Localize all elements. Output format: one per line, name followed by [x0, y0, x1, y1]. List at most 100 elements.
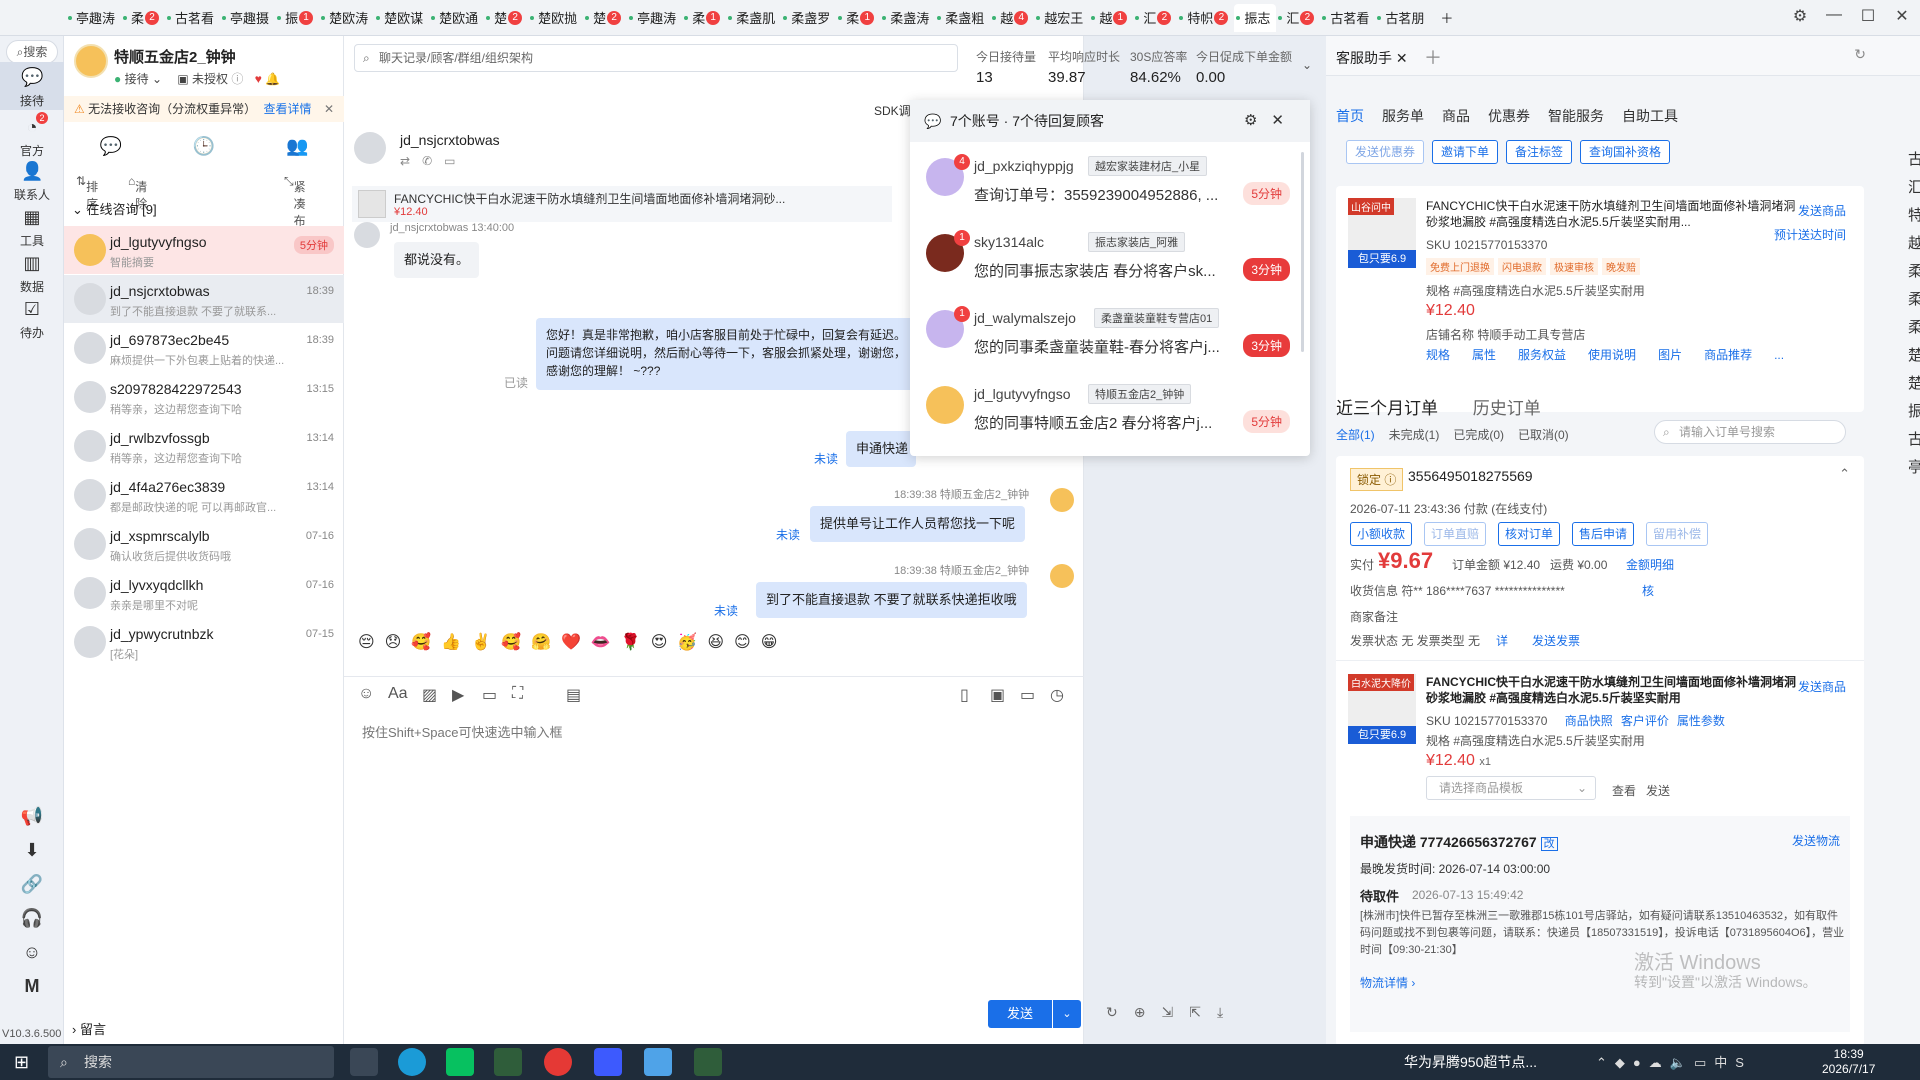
order-action-button[interactable]: 小额收款 [1350, 522, 1413, 546]
bot-icon[interactable]: ☺ [0, 942, 64, 963]
send-invoice-link[interactable]: 发送发票 [1532, 632, 1580, 649]
top-tab[interactable]: 越宏王 [1034, 4, 1089, 32]
refresh-icon[interactable]: ↻ [1106, 1004, 1134, 1020]
chat-bubble-icon[interactable]: 💬 [99, 136, 121, 157]
rail-item-reception[interactable]: 💬 接待 [0, 62, 64, 110]
order-filter[interactable]: 已完成(0) [1453, 428, 1504, 442]
order-action-button[interactable]: 订单直赔 [1424, 522, 1487, 546]
product-image[interactable]: 白水泥大降价 包只要6.9 [1348, 674, 1416, 744]
rail-item-todo[interactable]: ☑ 待办 [0, 298, 64, 341]
order-action-button[interactable]: 留用补偿 [1646, 522, 1709, 546]
tab-history-orders[interactable]: 历史订单 [1473, 399, 1541, 418]
top-tab[interactable]: 特帜 2 [1177, 4, 1234, 32]
group-icon[interactable]: 👥 [286, 136, 308, 157]
volume-icon[interactable]: 🔈 [1670, 1055, 1694, 1070]
minimize-icon[interactable]: — [1824, 6, 1844, 26]
conversation-item[interactable]: s2097828422972543 稍等亲，这边帮您查询下哈 13:15 [64, 373, 344, 421]
template-select[interactable]: 请选择商品模板 ⌄ [1426, 776, 1596, 800]
close-icon[interactable]: ✕ [1271, 112, 1298, 129]
quick-action-button[interactable]: 发送优惠券 [1346, 140, 1425, 164]
top-tab[interactable]: 柔2 [121, 4, 165, 32]
conversation-item[interactable]: jd_xspmrscalylb 确认收货后提供收货码哦 07-16 [64, 520, 344, 568]
conversation-item[interactable]: jd_4f4a276ec3839 都是邮政快递的呢 可以再邮政官... 13:14 [64, 471, 344, 519]
amount-detail-link[interactable]: 金额明细 [1626, 556, 1674, 573]
top-tab[interactable]: 楚2 [583, 4, 627, 32]
quick-action-button[interactable]: 邀请下单 [1432, 140, 1499, 164]
message-icon[interactable]: ▭ [1020, 685, 1035, 705]
top-tab[interactable]: 楚欧谋 [374, 4, 429, 32]
pending-customer-item[interactable]: jd_lgutyvyfngso 特顺五金店2_钟钟 您的同事特顺五金店2 春分将客户… [910, 370, 1310, 446]
top-tab[interactable]: 越1 [1089, 4, 1133, 32]
rail-item-tools[interactable]: ▦ 工具 [0, 206, 64, 249]
share-icon[interactable]: ⇱ [1189, 1004, 1217, 1020]
top-tab[interactable]: 柔盏罗 [781, 4, 836, 32]
download-icon[interactable]: ⬇ [0, 840, 64, 861]
clipboard-icon[interactable]: ▯ [960, 685, 969, 705]
view-button[interactable]: 查看 [1612, 782, 1636, 799]
close-icon[interactable]: ✕ [324, 96, 334, 122]
add-tab-icon[interactable]: ＋ [1430, 4, 1459, 32]
top-tab[interactable]: 柔盏肌 [726, 4, 781, 32]
rail-search-button[interactable]: ⌕搜索 [6, 40, 58, 64]
send-product-button[interactable]: 发送商品 [1798, 202, 1846, 219]
order-search-input[interactable]: ⌕ 请输入订单号搜索 [1654, 420, 1846, 444]
order-action-button[interactable]: 核对订单 [1498, 522, 1561, 546]
taskbar-clock[interactable]: 18:39 2026/7/17 [1822, 1047, 1875, 1077]
top-tab[interactable]: 柔盏涛 [880, 4, 935, 32]
sku-link[interactable]: 商品快照 [1565, 714, 1613, 728]
top-tab[interactable]: 楚2 [484, 4, 528, 32]
logistics-more-link[interactable]: 物流详情 › [1360, 974, 1415, 991]
top-tab[interactable]: 柔盏粗 [935, 4, 990, 32]
history-icon[interactable]: ◷ [1050, 685, 1064, 705]
app-star2-icon[interactable] [694, 1048, 722, 1076]
send-options-dropdown[interactable]: ⌄ [1053, 1000, 1081, 1028]
send-logistics-button[interactable]: 发送物流 [1792, 832, 1840, 849]
top-tab[interactable]: 越4 [990, 4, 1034, 32]
news-widget[interactable]: 华为昇腾950超节点... [1404, 1052, 1537, 1072]
tab-recent-orders[interactable]: 近三个月订单 [1336, 399, 1438, 418]
top-tab[interactable]: 柔1 [682, 4, 726, 32]
product-link[interactable]: 图片 [1658, 348, 1682, 362]
order-filter[interactable]: 未完成(1) [1389, 428, 1440, 442]
invoice-detail-link[interactable]: 详 [1496, 632, 1508, 649]
tab-assistant[interactable]: 客服助手 ✕ [1336, 48, 1408, 68]
pending-customer-item[interactable]: 1 jd_walymalszejo 柔盏童装童鞋专营店01 您的同事柔盏童装童鞋-春分… [910, 294, 1310, 370]
sku-link[interactable]: 属性参数 [1677, 714, 1725, 728]
close-icon[interactable]: ✕ [1892, 6, 1912, 26]
rail-item-data[interactable]: ▥ 数据 [0, 252, 64, 295]
send-button[interactable]: 发送 [1646, 782, 1670, 799]
top-tab[interactable]: 振1 [275, 4, 319, 32]
top-tab[interactable]: 古茗看 [165, 4, 220, 32]
ime-indicator[interactable]: 中 [1714, 1055, 1735, 1070]
group-header[interactable]: ⌄ 在线咨询 [9] [64, 198, 344, 222]
windows-start-icon[interactable]: ⊞ [14, 1052, 29, 1073]
conversation-item[interactable]: jd_697873ec2be45 麻烦提供一下外包裹上贴着的快递... 18:39 [64, 324, 344, 372]
app-red-icon[interactable] [544, 1048, 572, 1076]
headset-icon[interactable]: 🎧 [0, 908, 64, 929]
heart-icon[interactable]: ♥ [255, 72, 262, 86]
top-tab[interactable]: 亭趣涛 [66, 4, 121, 32]
top-tab[interactable]: 楚欧涛 [319, 4, 374, 32]
product-link[interactable]: 服务权益 [1518, 348, 1566, 362]
shop-status[interactable]: ● 接待 ⌄ ▣ 未授权 ⓘ ♥ 🔔 [114, 70, 280, 87]
subnav-tab[interactable]: 商品 [1442, 108, 1470, 124]
conversation-item[interactable]: jd_nsjcrxtobwas 到了不能直接退款 不要了就联系... 18:39 [64, 275, 344, 323]
product-link[interactable]: ... [1774, 348, 1784, 362]
subnav-tab[interactable]: 优惠券 [1488, 108, 1530, 124]
rail-item-official[interactable]: ◔ 2 官方 [0, 112, 64, 159]
avatar[interactable] [74, 44, 108, 78]
clock-icon[interactable]: 🕒 [193, 136, 215, 157]
search-input[interactable]: ⌕ 聊天记录/顾客/群组/组织架构 [354, 44, 958, 72]
top-tab[interactable]: 振志 [1234, 3, 1277, 32]
top-tab[interactable]: 柔1 [836, 4, 880, 32]
avatar[interactable] [354, 132, 386, 164]
scrollbar[interactable] [1301, 152, 1304, 352]
font-icon[interactable]: Aa [388, 685, 408, 703]
conversation-item[interactable]: jd_rwlbzvfossgb 稍等亲，这边帮您查询下哈 13:14 [64, 422, 344, 470]
order-filter[interactable]: 已取消(0) [1518, 428, 1569, 442]
top-tab[interactable]: 汇2 [1276, 4, 1320, 32]
video-icon[interactable]: ▶ [452, 685, 464, 705]
order-icon[interactable]: ▣ [990, 685, 1005, 705]
chevron-down-icon[interactable]: ⌄ [1302, 58, 1312, 72]
cloud-icon[interactable]: ☁ [1649, 1055, 1670, 1070]
